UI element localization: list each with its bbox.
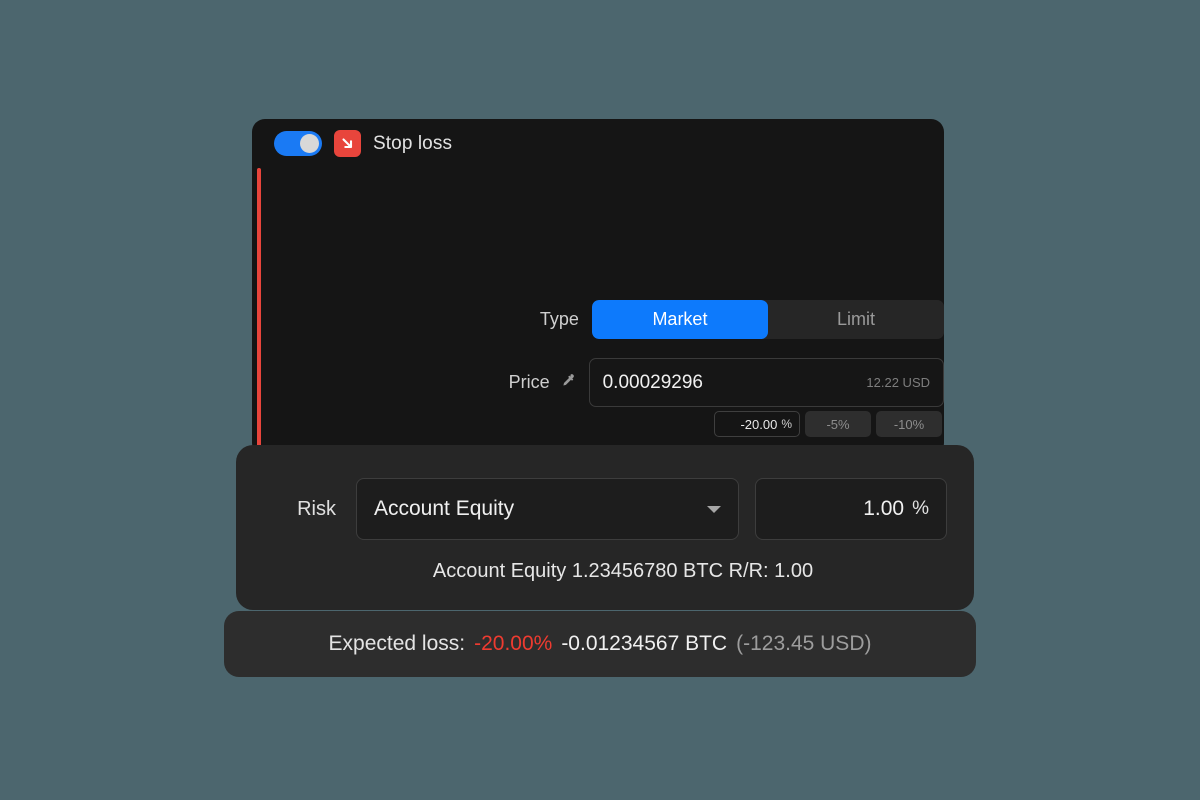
- stop-loss-header: Stop loss: [252, 119, 944, 168]
- risk-label: Risk: [297, 497, 336, 520]
- type-segmented-control: Market Limit: [591, 300, 944, 339]
- type-option-market[interactable]: Market: [591, 300, 768, 339]
- risk-basis-select[interactable]: Account Equity: [356, 478, 739, 540]
- percent-chip-5[interactable]: -5%: [805, 411, 871, 437]
- percent-input-unit: %: [781, 417, 792, 431]
- percent-chip-row: -20.00 % -5% -10% -15% -20% -25%: [714, 410, 944, 438]
- price-value: 0.00029296: [602, 371, 703, 393]
- risk-percent-value: 1.00: [863, 497, 905, 520]
- stop-loss-panel: Stop loss Type Market Limit Price 0.0002…: [252, 119, 944, 456]
- expected-loss-percent: -20.00%: [474, 632, 553, 655]
- risk-card: Risk Account Equity 1.00 % Account Equit…: [236, 445, 974, 610]
- percent-input-value: -20.00: [740, 416, 778, 432]
- type-option-limit[interactable]: Limit: [767, 300, 944, 339]
- expected-loss-bar: Expected loss: -20.00% -0.01234567 BTC (…: [224, 611, 976, 677]
- stop-loss-title: Stop loss: [373, 132, 453, 154]
- percent-input[interactable]: -20.00 %: [714, 411, 800, 437]
- risk-row: Risk Account Equity 1.00 %: [236, 478, 974, 540]
- price-label: Price: [508, 372, 550, 392]
- price-input[interactable]: 0.00029296 12.22 USD: [588, 358, 944, 407]
- price-label-group: Price: [252, 372, 589, 394]
- price-converted-value: 12.22 USD: [866, 375, 930, 390]
- expected-loss-usd: (-123.45 USD): [736, 632, 872, 655]
- app-background: Stop loss Type Market Limit Price 0.0002…: [0, 0, 1200, 800]
- arrow-down-right-icon: [334, 130, 361, 157]
- type-row: Type Market Limit: [252, 300, 944, 339]
- chevron-down-icon: [707, 505, 721, 513]
- expected-loss-amount: -0.01234567 BTC: [561, 632, 728, 655]
- expected-loss-label: Expected loss:: [328, 632, 466, 655]
- type-label: Type: [539, 309, 579, 329]
- risk-basis-value: Account Equity: [374, 497, 515, 520]
- account-equity-summary: Account Equity 1.23456780 BTC R/R: 1.00: [432, 560, 814, 582]
- eyedropper-icon[interactable]: [559, 372, 576, 394]
- price-row: Price 0.00029296 12.22 USD: [252, 358, 944, 407]
- percent-chip-10[interactable]: -10%: [876, 411, 942, 437]
- toggle-knob: [300, 134, 319, 153]
- stop-loss-toggle[interactable]: [274, 131, 322, 156]
- risk-percent-unit: %: [912, 498, 929, 519]
- risk-percent-input[interactable]: 1.00 %: [755, 478, 947, 540]
